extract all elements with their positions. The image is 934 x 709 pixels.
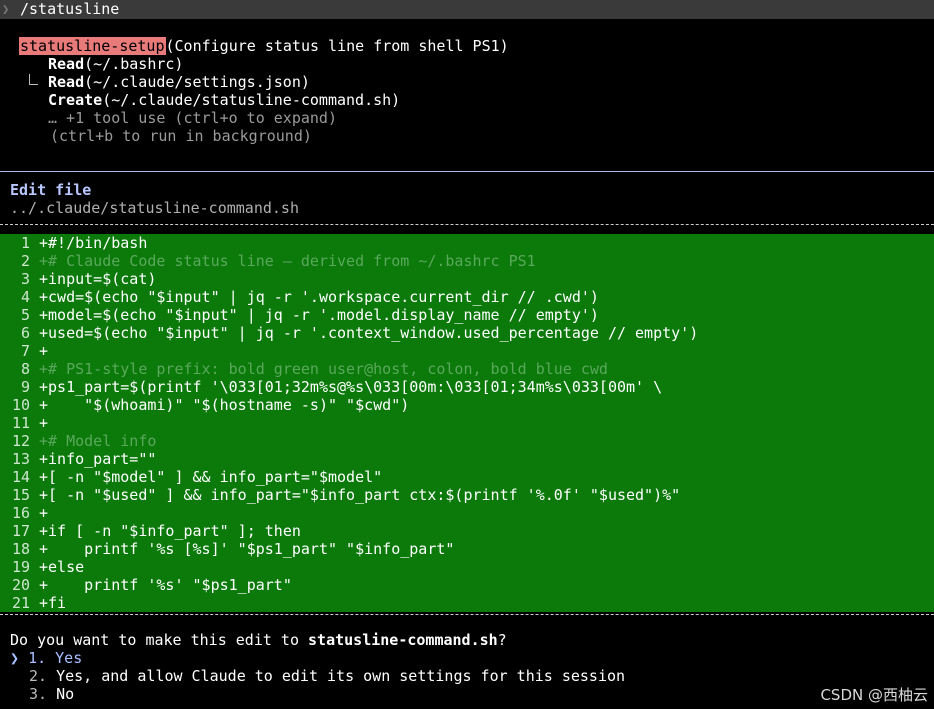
code-text: +[ -n "$used" ] && info_part="$info_part… xyxy=(39,486,681,504)
diff-line: 17 +if [ -n "$info_part" ]; then xyxy=(0,522,934,540)
task-step: Create(~/.claude/statusline-command.sh) xyxy=(48,91,401,109)
line-number: 9 xyxy=(20,378,30,396)
diff-line: 12 +# Model info xyxy=(0,432,934,450)
line-number: 2 xyxy=(20,252,30,270)
tree-connector xyxy=(29,74,38,85)
edit-question: Do you want to make this edit to statusl… xyxy=(10,631,507,649)
diff-line: 14 +[ -n "$model" ] && info_part="$model" xyxy=(0,468,934,486)
line-number: 4 xyxy=(20,288,30,306)
line-number: 15 xyxy=(11,486,30,504)
line-number: 13 xyxy=(11,450,30,468)
slash-command: /statusline xyxy=(20,0,120,18)
watermark: CSDN @西柚云 xyxy=(820,686,928,704)
code-text: + xyxy=(39,342,49,360)
edit-title: Edit file xyxy=(10,181,92,199)
task-name[interactable]: statusline-setup xyxy=(19,37,166,55)
diff-line: 18 + printf '%s [%s]' "$ps1_part" "$info_… xyxy=(0,540,934,558)
option-yes-allow-session[interactable]: 2. Yes, and allow Claude to edit its own… xyxy=(29,667,625,685)
line-number: 11 xyxy=(11,414,30,432)
line-number: 12 xyxy=(11,432,30,450)
diff-view: 1 +#!/bin/bash 2 +# Claude Code status line… xyxy=(0,234,934,612)
code-text: +input=$(cat) xyxy=(39,270,157,288)
diff-line: 4 +cwd=$(echo "$input" | jq -r '.workspac… xyxy=(0,288,934,306)
diff-line: 9 +ps1_part=$(printf '\033[01;32m%s@%s\03… xyxy=(0,378,934,396)
code-text: + "$(whoami)" "$(hostname -s)" "$cwd") xyxy=(39,396,410,414)
diff-line: 3 +input=$(cat) xyxy=(0,270,934,288)
code-text: +# Model info xyxy=(39,432,157,450)
diff-line: 11 + xyxy=(0,414,934,432)
code-text: +#!/bin/bash xyxy=(39,234,148,252)
code-text: +model=$(echo "$input" | jq -r '.model.d… xyxy=(39,306,599,324)
code-text: + xyxy=(39,504,49,522)
code-text: +info_part="" xyxy=(39,450,157,468)
code-text: +else xyxy=(39,558,85,576)
task-step: Read(~/.claude/settings.json) xyxy=(48,73,310,91)
code-text: +used=$(echo "$input" | jq -r '.context_… xyxy=(39,324,699,342)
line-number: 18 xyxy=(11,540,30,558)
task-step: Read(~/.bashrc) xyxy=(48,55,184,73)
diff-line: 10 + "$(whoami)" "$(hostname -s)" "$cwd") xyxy=(0,396,934,414)
separator xyxy=(0,171,934,172)
line-number: 8 xyxy=(20,360,30,378)
line-number: 1 xyxy=(20,234,30,252)
diff-line: 13 +info_part="" xyxy=(0,450,934,468)
diff-line: 1 +#!/bin/bash xyxy=(0,234,934,252)
cursor-icon: ❯ xyxy=(10,649,20,667)
code-text: +if [ -n "$info_part" ]; then xyxy=(39,522,301,540)
line-number: 10 xyxy=(11,396,30,414)
code-text: +[ -n "$model" ] && info_part="$model" xyxy=(39,468,383,486)
diff-line: 5 +model=$(echo "$input" | jq -r '.model.… xyxy=(0,306,934,324)
line-number: 14 xyxy=(11,468,30,486)
code-text: + printf '%s' "$ps1_part" xyxy=(39,576,292,594)
edit-file-path: ../.claude/statusline-command.sh xyxy=(10,199,299,217)
task-header: statusline-setup(Configure status line f… xyxy=(19,37,509,55)
code-text: +# Claude Code status line — derived fro… xyxy=(39,252,536,270)
diff-line: 15 +[ -n "$used" ] && info_part="$info_pa… xyxy=(0,486,934,504)
question-file: statusline-command.sh xyxy=(308,631,498,649)
dashed-separator xyxy=(0,614,934,615)
line-number: 3 xyxy=(20,270,30,288)
code-text: +ps1_part=$(printf '\033[01;32m%s@%s\033… xyxy=(39,378,663,396)
line-number: 5 xyxy=(20,306,30,324)
command-bar: ❯ /statusline xyxy=(0,0,934,19)
chevron-right-icon: ❯ xyxy=(2,2,10,16)
diff-line: 7 + xyxy=(0,342,934,360)
line-number: 16 xyxy=(11,504,30,522)
task-block: statusline-setup(Configure status line f… xyxy=(0,19,934,172)
line-number: 7 xyxy=(20,342,30,360)
code-text: +# PS1-style prefix: bold green user@hos… xyxy=(39,360,608,378)
line-number: 19 xyxy=(11,558,30,576)
code-text: +fi xyxy=(39,594,67,612)
diff-line: 20 + printf '%s' "$ps1_part" xyxy=(0,576,934,594)
diff-line: 16 + xyxy=(0,504,934,522)
code-text: +cwd=$(echo "$input" | jq -r '.workspace… xyxy=(39,288,599,306)
diff-line: 8 +# PS1-style prefix: bold green user@ho… xyxy=(0,360,934,378)
task-description: (Configure status line from shell PS1) xyxy=(165,37,509,55)
diff-line: 2 +# Claude Code status line — derived fr… xyxy=(0,252,934,270)
expand-hint[interactable]: … +1 tool use (ctrl+o to expand) xyxy=(48,109,337,127)
line-number: 6 xyxy=(20,324,30,342)
diff-line: 19 +else xyxy=(0,558,934,576)
option-yes[interactable]: ❯ 1. Yes xyxy=(10,649,82,667)
line-number: 21 xyxy=(11,594,30,612)
line-number: 17 xyxy=(11,522,30,540)
background-hint: (ctrl+b to run in background) xyxy=(50,127,312,145)
code-text: + xyxy=(39,414,49,432)
code-text: + printf '%s [%s]' "$ps1_part" "$info_pa… xyxy=(39,540,455,558)
diff-line: 21 +fi xyxy=(0,594,934,612)
diff-line: 6 +used=$(echo "$input" | jq -r '.context… xyxy=(0,324,934,342)
option-no[interactable]: 3. No xyxy=(29,685,74,703)
line-number: 20 xyxy=(11,576,30,594)
dashed-separator xyxy=(0,224,934,225)
